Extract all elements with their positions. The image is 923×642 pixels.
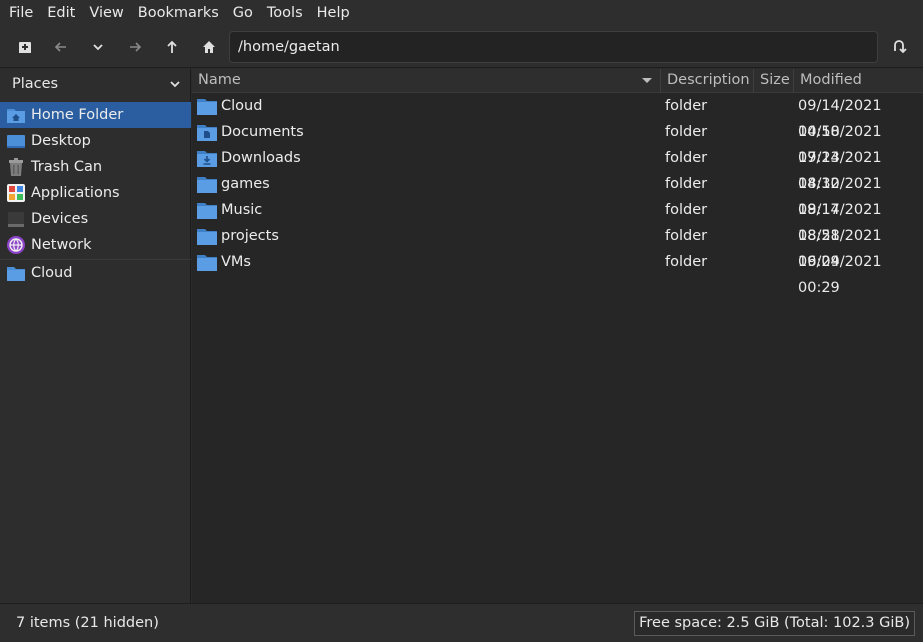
sidebar-item-trash[interactable]: Trash Can xyxy=(0,154,191,180)
file-description: folder xyxy=(665,150,708,166)
file-list: Name Description Size Modified Cloud fol… xyxy=(192,69,923,603)
status-bar: 7 items (21 hidden) Free space: 2.5 GiB … xyxy=(0,603,923,642)
sidebar-item-devices[interactable]: Devices xyxy=(0,206,191,232)
table-row[interactable]: projects folder 08/21/2021 16:29 xyxy=(192,223,923,270)
table-row[interactable]: Cloud folder 09/14/2021 10:58 xyxy=(192,93,923,140)
chevron-down-icon xyxy=(170,81,180,88)
column-description-label: Description xyxy=(667,72,750,88)
toolbar: /home/gaetan xyxy=(0,26,923,68)
file-description: folder xyxy=(665,254,708,270)
arrow-left-icon xyxy=(54,42,66,52)
sidebar-item-network[interactable]: Network xyxy=(0,232,191,258)
folder-icon xyxy=(6,263,26,283)
location-bar[interactable]: /home/gaetan xyxy=(229,31,878,63)
menu-file[interactable]: File xyxy=(2,0,40,26)
menu-edit[interactable]: Edit xyxy=(40,0,82,26)
sidebar-item-label: Network xyxy=(31,237,92,253)
arrow-up-icon xyxy=(167,40,177,53)
go-icon xyxy=(894,40,907,54)
desktop-icon xyxy=(6,131,26,151)
home-folder-icon xyxy=(6,105,26,125)
arrow-right-icon xyxy=(130,42,142,52)
table-row[interactable]: Downloads folder 09/14/2021 18:32 xyxy=(192,145,923,192)
folder-icon xyxy=(197,177,217,193)
sidebar-item-label: Trash Can xyxy=(31,159,103,175)
column-name-label: Name xyxy=(198,72,241,88)
menu-view[interactable]: View xyxy=(82,0,130,26)
sidebar-item-label: Home Folder xyxy=(31,107,124,123)
sidebar-item-label: Devices xyxy=(31,211,89,227)
documents-folder-icon xyxy=(197,125,217,141)
go-button[interactable] xyxy=(884,32,914,62)
file-name: Cloud xyxy=(221,98,263,114)
sidebar-item-label: Desktop xyxy=(31,133,91,149)
file-name: VMs xyxy=(221,254,251,270)
table-row[interactable]: games folder 04/10/2021 18:17 xyxy=(192,171,923,218)
column-modified[interactable]: Modified xyxy=(794,69,923,93)
menu-bookmarks[interactable]: Bookmarks xyxy=(131,0,226,26)
folder-icon xyxy=(197,203,217,219)
sidebar-item-label: Cloud xyxy=(31,265,73,281)
file-name: Documents xyxy=(221,124,304,140)
forward-button[interactable] xyxy=(120,32,150,62)
devices-icon xyxy=(6,209,26,229)
trash-icon xyxy=(6,157,26,177)
sidebar-item-label: Applications xyxy=(31,185,120,201)
file-name: games xyxy=(221,176,270,192)
new-tab-icon xyxy=(19,42,31,53)
menu-tools[interactable]: Tools xyxy=(260,0,310,26)
chevron-down-icon xyxy=(93,44,103,51)
column-size[interactable]: Size xyxy=(754,69,794,93)
sidebar-item-cloud[interactable]: Cloud xyxy=(0,260,191,286)
sort-descending-icon xyxy=(642,78,652,83)
file-description: folder xyxy=(665,98,708,114)
file-description: folder xyxy=(665,124,708,140)
new-tab-button[interactable] xyxy=(10,32,40,62)
item-count: 7 items (21 hidden) xyxy=(16,615,159,631)
table-row[interactable]: Music folder 09/14/2021 18:58 xyxy=(192,197,923,244)
menu-help[interactable]: Help xyxy=(310,0,357,26)
column-name[interactable]: Name xyxy=(192,69,661,93)
sidebar-item-applications[interactable]: Applications xyxy=(0,180,191,206)
folder-icon xyxy=(197,99,217,115)
file-name: projects xyxy=(221,228,279,244)
home-icon xyxy=(203,41,215,53)
sidebar: Places Home Folder Desktop Trash Can App… xyxy=(0,69,191,603)
folder-icon xyxy=(197,229,217,245)
sidebar-item-home-folder[interactable]: Home Folder xyxy=(0,102,191,128)
free-space-indicator: Free space: 2.5 GiB (Total: 102.3 GiB) xyxy=(634,611,915,636)
column-modified-label: Modified xyxy=(800,72,862,88)
back-button[interactable] xyxy=(46,32,76,62)
places-selector[interactable]: Places xyxy=(0,69,191,99)
file-description: folder xyxy=(665,202,708,218)
folder-icon xyxy=(197,255,217,271)
sidebar-item-desktop[interactable]: Desktop xyxy=(0,128,191,154)
file-name: Downloads xyxy=(221,150,301,166)
file-description: folder xyxy=(665,228,708,244)
column-description[interactable]: Description xyxy=(661,69,754,93)
column-size-label: Size xyxy=(760,72,790,88)
menu-go[interactable]: Go xyxy=(226,0,260,26)
table-row[interactable]: VMs folder 09/04/2021 00:29 xyxy=(192,249,923,296)
up-button[interactable] xyxy=(157,32,187,62)
downloads-folder-icon xyxy=(197,151,217,167)
column-header: Name Description Size Modified xyxy=(192,69,923,93)
file-name: Music xyxy=(221,202,263,218)
file-description: folder xyxy=(665,176,708,192)
home-button[interactable] xyxy=(194,32,224,62)
menu-bar: File Edit View Bookmarks Go Tools Help xyxy=(0,0,923,26)
network-icon xyxy=(6,235,26,255)
table-row[interactable]: Documents folder 04/10/2021 17:23 xyxy=(192,119,923,166)
places-label: Places xyxy=(12,76,59,92)
history-dropdown-button[interactable] xyxy=(83,32,113,62)
applications-icon xyxy=(6,183,26,203)
file-modified: 09/04/2021 00:29 xyxy=(798,254,882,296)
